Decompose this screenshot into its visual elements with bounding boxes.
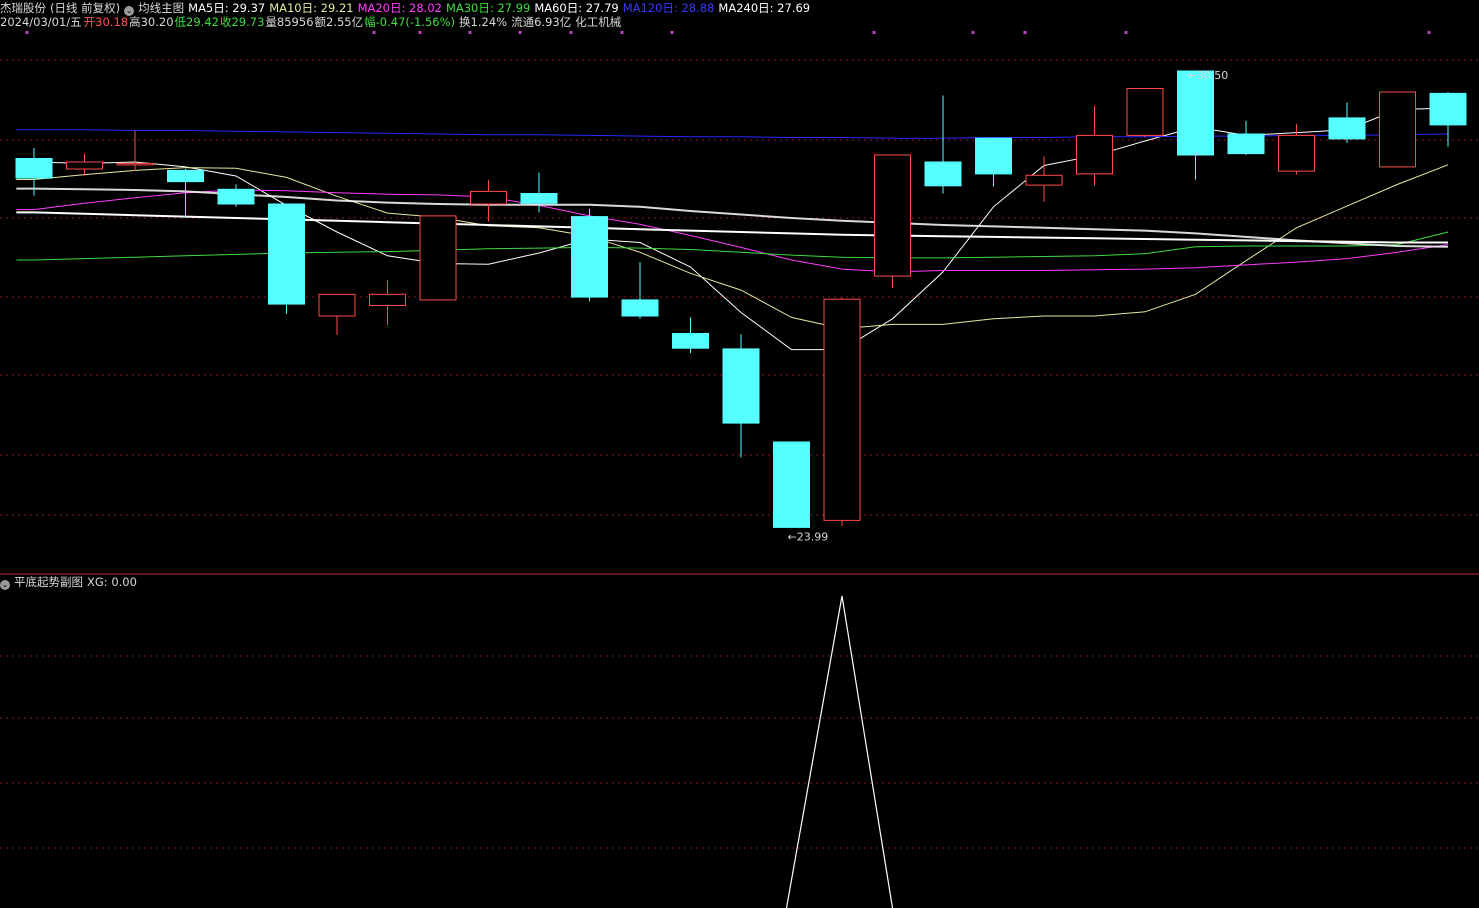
top-marker-1 <box>372 31 376 34</box>
candle-body-down-26 <box>1328 117 1366 140</box>
candle-body-up-17 <box>874 154 911 277</box>
candle-body-down-15 <box>773 441 810 528</box>
candle-body-up-6 <box>318 293 356 317</box>
candle-body-up-21 <box>1076 134 1113 175</box>
top-marker-6 <box>620 31 624 34</box>
candle-body-down-18 <box>924 161 962 187</box>
candle-body-up-22 <box>1126 88 1164 136</box>
candle-body-down-4 <box>217 188 255 205</box>
stock-chart-window: 杰瑞股份 (日线 前复权) ⌄ 均线主图 MA5日: 29.37 MA10日: 29.21… <box>0 0 1479 908</box>
top-marker-11 <box>1124 31 1128 34</box>
candle-body-down-3 <box>167 169 204 183</box>
high-price-label: ←30.50 <box>1188 69 1229 82</box>
top-marker-7 <box>670 31 674 34</box>
candle-body-up-27 <box>1379 91 1416 168</box>
top-marker-0 <box>25 31 29 34</box>
top-marker-12 <box>1427 31 1431 34</box>
sub-settings-gear-icon[interactable]: ⌄ <box>0 580 10 590</box>
chart-canvas[interactable]: ←30.50 ←23.99 <box>0 0 1479 908</box>
candle-body-up-9 <box>470 190 507 205</box>
sub-indicator-value: XG: 0.00 <box>87 575 137 589</box>
top-marker-3 <box>468 31 472 34</box>
top-marker-5 <box>569 31 573 34</box>
low-price-label: ←23.99 <box>788 531 829 544</box>
candle-body-down-24 <box>1227 133 1265 155</box>
ma-line-ma240 <box>16 211 1448 244</box>
candle-body-down-10 <box>520 193 558 204</box>
candle-body-up-16 <box>823 298 861 521</box>
top-marker-4 <box>518 31 522 34</box>
candle-body-down-14 <box>722 348 760 424</box>
candle-body-down-19 <box>975 137 1012 175</box>
candle-body-down-0 <box>15 158 53 179</box>
candle-body-down-23 <box>1177 70 1214 156</box>
top-marker-10 <box>1023 31 1027 34</box>
top-marker-2 <box>418 31 422 34</box>
candle-body-down-28 <box>1429 92 1467 126</box>
candle-body-down-12 <box>621 299 659 317</box>
xg-signal-line <box>785 595 894 908</box>
candle-body-up-7 <box>369 293 406 306</box>
sub-chart-header: ⌄ 平底起势副图 XG: 0.00 <box>0 574 141 590</box>
top-marker-9 <box>971 31 975 34</box>
candle-body-up-2 <box>116 162 154 166</box>
candle-body-up-20 <box>1025 174 1063 186</box>
candle-body-up-1 <box>66 161 103 170</box>
top-marker-8 <box>872 31 876 34</box>
candle-body-down-5 <box>268 203 305 305</box>
sub-indicator-name[interactable]: 平底起势副图 <box>14 575 83 589</box>
candle-body-up-25 <box>1278 134 1315 172</box>
candle-body-down-11 <box>571 216 608 298</box>
candle-body-up-8 <box>419 215 457 301</box>
candle-body-down-13 <box>672 333 709 349</box>
